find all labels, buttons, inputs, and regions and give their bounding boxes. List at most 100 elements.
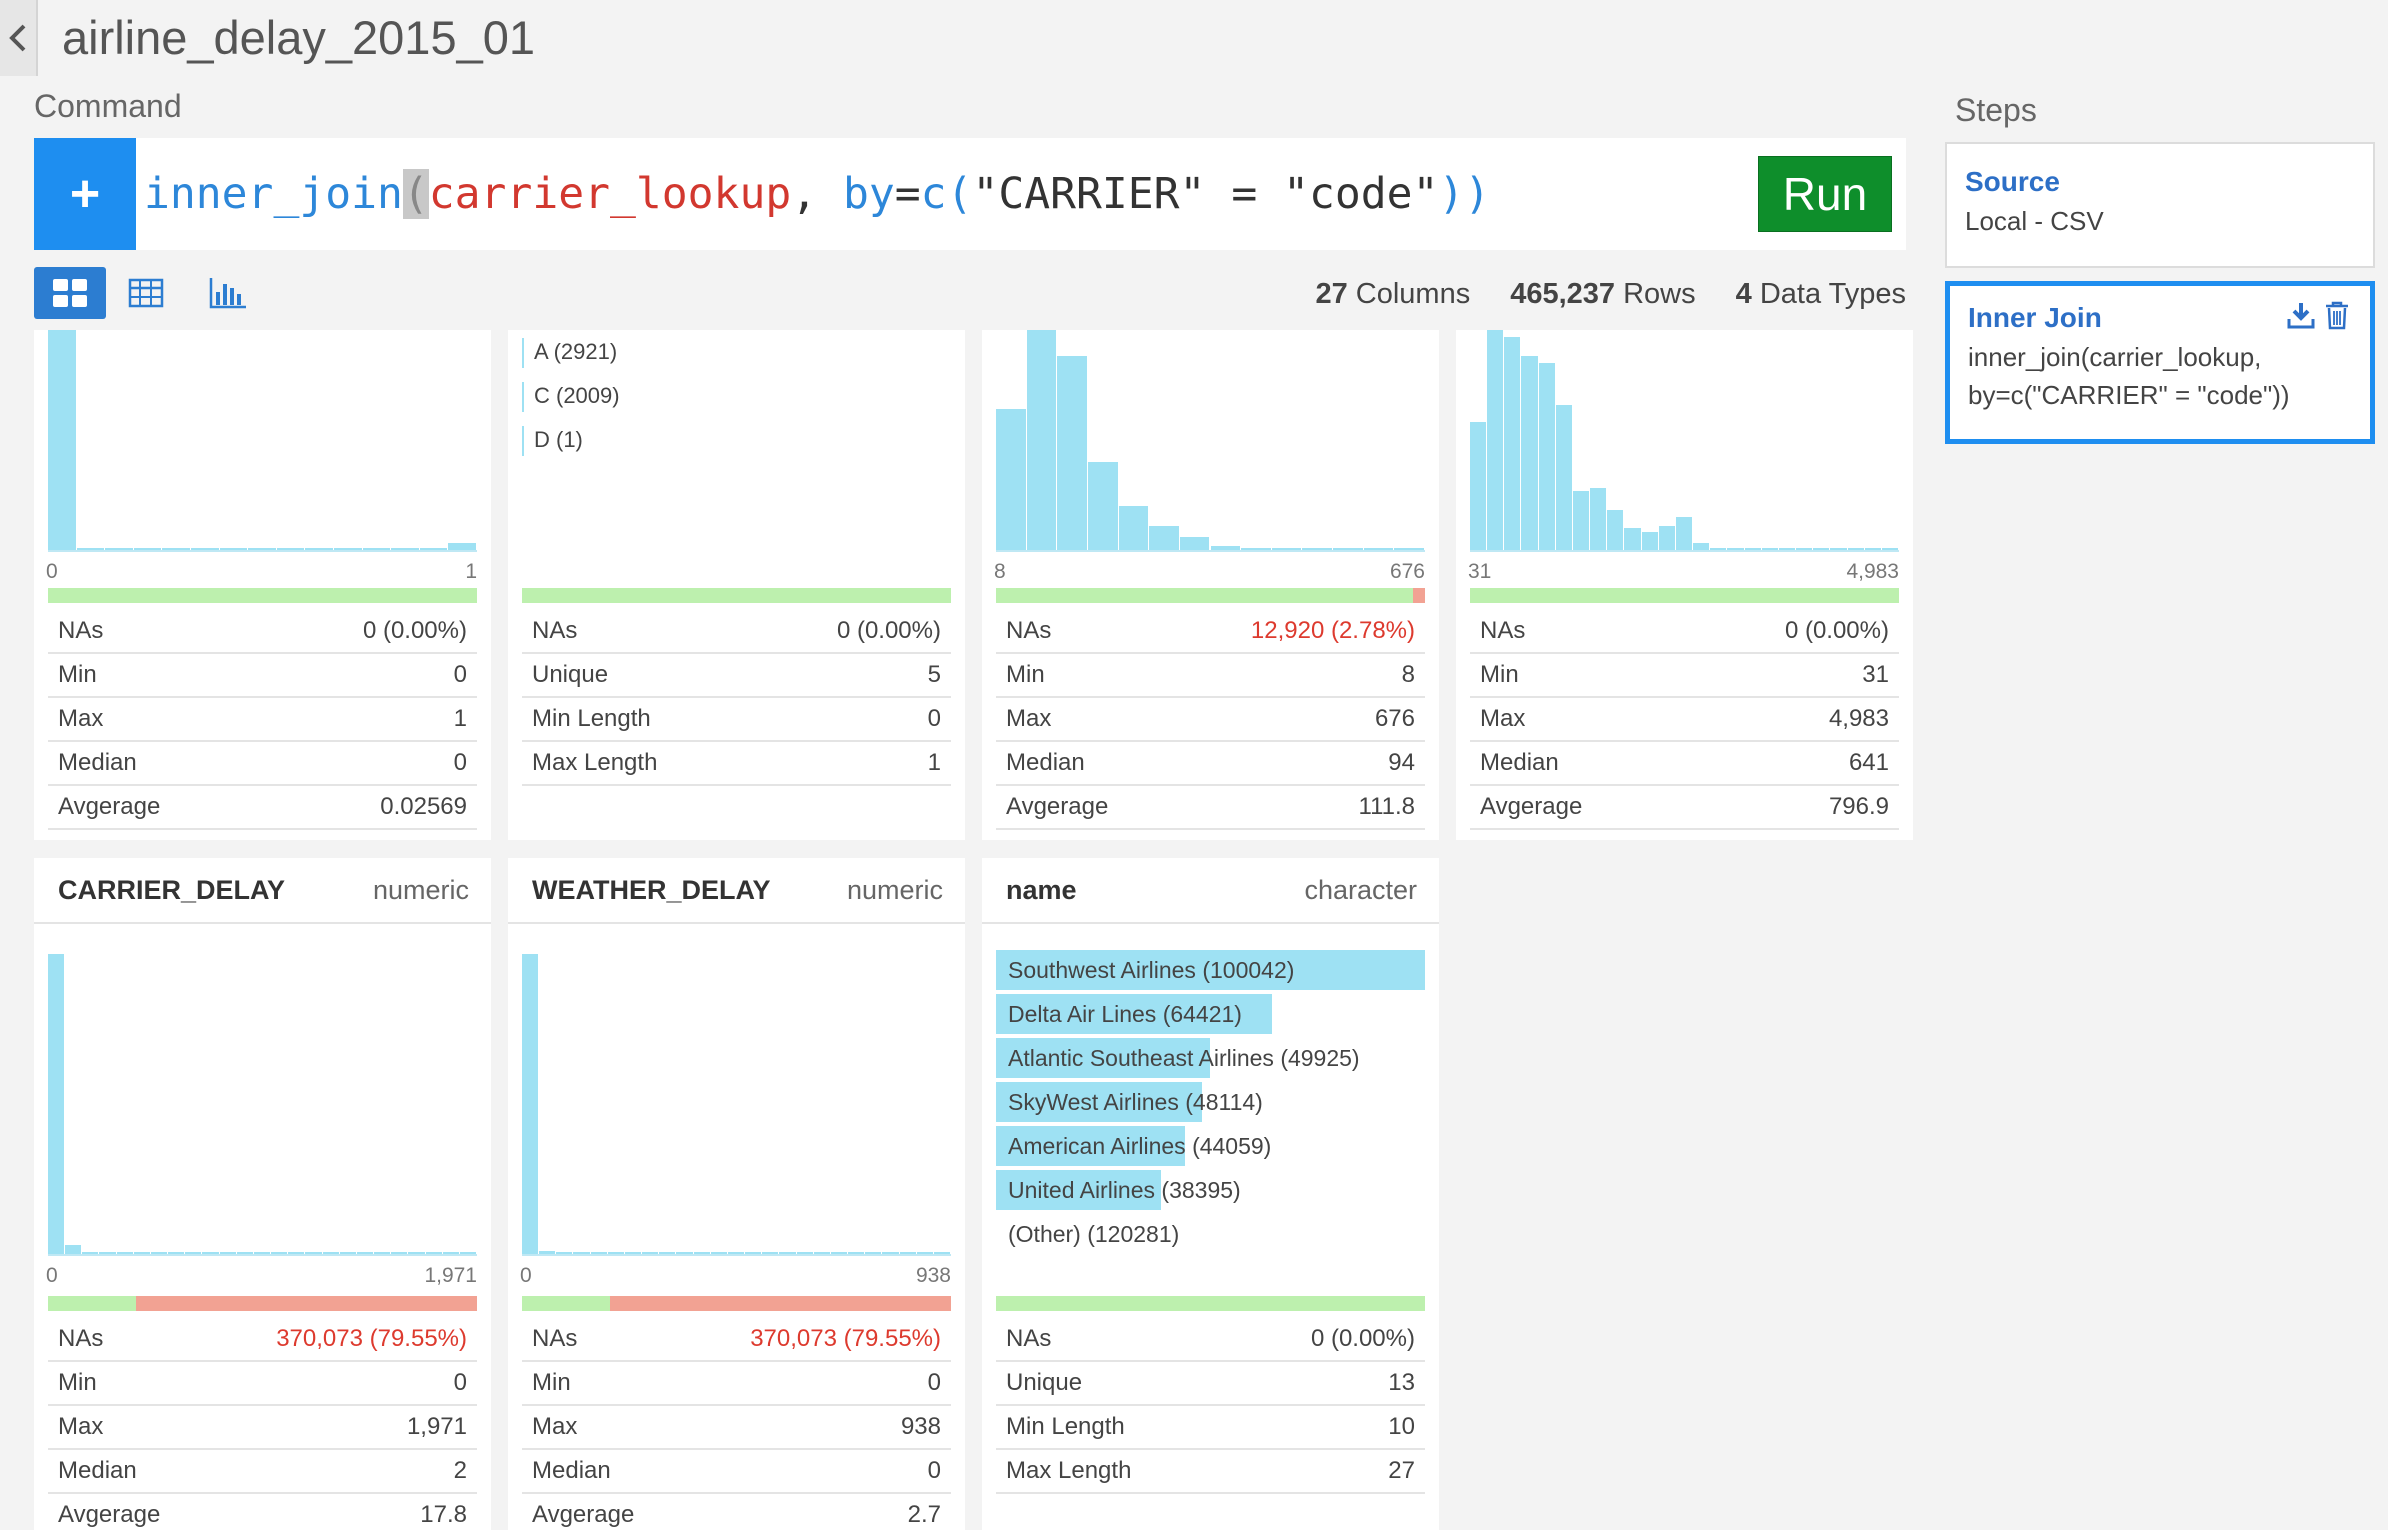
histogram-bar: [1179, 536, 1210, 550]
histogram-bar: [448, 543, 476, 550]
trash-icon[interactable]: [2324, 300, 2350, 330]
histogram-bar: [727, 1252, 745, 1254]
column-summary-card[interactable]: WEATHER_DELAY numeric 0 938 NAs 370,073 (79.5…: [508, 858, 965, 1530]
histogram-bar: [522, 954, 539, 1254]
histogram-bar: [1487, 330, 1504, 550]
histogram-bar: [219, 548, 248, 550]
stat-value: 370,073 (79.55%): [276, 1325, 467, 1352]
stat-value: 796.9: [1828, 793, 1889, 820]
column-summary-card[interactable]: CARRIER_DELAY numeric 0 1,971 NAs 370,073 (79…: [34, 858, 491, 1530]
histogram-bar: [356, 1252, 374, 1254]
stat-label: Min Length: [1006, 1413, 1125, 1440]
back-button[interactable]: [0, 0, 38, 76]
histogram-bar: [271, 1252, 288, 1254]
na-bar-valid: [996, 1296, 1425, 1311]
axis-max-label: 1,971: [424, 1264, 477, 1287]
histogram-bar: [1521, 356, 1538, 550]
histogram-bar: [996, 409, 1026, 550]
histogram-bar: [899, 1252, 916, 1254]
step-title[interactable]: Inner Join: [1968, 302, 2102, 334]
page-title: airline_delay_2015_01: [62, 11, 536, 64]
stat-label: Max: [58, 705, 104, 732]
stat-label: Avgerage: [532, 1501, 635, 1528]
histogram-bar: [236, 1252, 253, 1254]
stat-row: Max 676: [996, 698, 1425, 742]
histogram-bar: [322, 1252, 339, 1254]
histogram-bar: [882, 1252, 899, 1254]
stat-row: NAs 370,073 (79.55%): [48, 1318, 477, 1362]
stat-value: 0 (0.00%): [1310, 1325, 1415, 1352]
step-inner-join[interactable]: Inner Join inner_join(carrier_lookup, by…: [1945, 281, 2375, 444]
stat-label: NAs: [1480, 617, 1526, 644]
histogram-bar: [1710, 547, 1727, 550]
command-input[interactable]: inner_join(carrier_lookup, by=c("CARRIER…: [144, 138, 1490, 250]
command-token-assign: =: [1205, 169, 1284, 219]
stat-label: Min: [532, 1369, 571, 1396]
card-header: CARRIER_DELAY numeric: [34, 858, 491, 924]
category-item: (Other) (120281): [996, 1214, 1425, 1254]
column-summary-card[interactable]: 31 4,983 NAs 0 (0.00%) Min 31 Max 4,983 Median 64…: [1456, 330, 1913, 840]
run-button[interactable]: Run: [1758, 156, 1892, 232]
histogram-bar: [745, 1252, 762, 1254]
axis-min-label: 0: [520, 1264, 532, 1287]
bar-chart-icon: [209, 278, 246, 309]
histogram-bar: [1555, 404, 1572, 550]
histogram-bar: [1057, 356, 1087, 550]
column-summary-card[interactable]: 8 676 NAs 12,920 (2.78%) Min 8 Max 676 Median 94 A…: [982, 330, 1439, 840]
histogram-bar: [762, 1252, 779, 1254]
histogram-bar: [1333, 548, 1363, 550]
stat-label: Avgerage: [1006, 793, 1109, 820]
stat-row: Min 0: [48, 1362, 477, 1406]
histogram-bar: [1590, 488, 1607, 550]
na-bar-valid: [48, 588, 477, 603]
stat-label: Min: [1006, 661, 1045, 688]
category-label: SkyWest Airlines (48114): [1008, 1088, 1263, 1115]
histogram-bar: [425, 1252, 442, 1254]
stat-row: Min 0: [522, 1362, 951, 1406]
download-icon[interactable]: [2286, 300, 2316, 330]
command-token-close: )): [1438, 169, 1491, 219]
histogram-bar: [442, 1252, 459, 1254]
stat-row: Avgerage 796.9: [1470, 786, 1899, 830]
view-table-button[interactable]: [110, 267, 182, 319]
histogram-bar: [362, 548, 391, 550]
histogram-bar: [1830, 547, 1847, 550]
add-step-button[interactable]: +: [34, 138, 136, 250]
stat-label: Max: [1480, 705, 1526, 732]
histogram-axis: [1470, 550, 1899, 552]
axis-max-label: 938: [915, 1264, 951, 1287]
stat-row: NAs 0 (0.00%): [522, 610, 951, 654]
stat-value: 0: [927, 705, 941, 732]
step-source[interactable]: Source Local - CSV: [1945, 142, 2375, 268]
histogram-bar: [168, 1252, 185, 1254]
histogram-bar: [334, 548, 362, 550]
na-bar-valid: [1470, 588, 1899, 603]
stat-row: Unique 5: [522, 654, 951, 698]
view-summary-button[interactable]: [34, 267, 106, 319]
view-chart-button[interactable]: [192, 267, 264, 319]
command-token-comma: ,: [791, 169, 843, 219]
column-summary-card[interactable]: A (2921) C (2009) D (1) NAs 0 (0.00%) Unique 5…: [508, 330, 965, 840]
command-token-param: by: [843, 169, 895, 219]
stat-row: NAs 370,073 (79.55%): [522, 1318, 951, 1362]
stat-value: 0 (0.00%): [836, 617, 941, 644]
histogram-bar: [779, 1252, 796, 1254]
command-token-str1: "CARRIER": [972, 169, 1206, 219]
column-summary-card[interactable]: 0 1 NAs 0 (0.00%) Min 0 Max 1 Median 0 Avgerage 0.0…: [34, 330, 491, 840]
stat-label: Avgerage: [58, 1501, 161, 1528]
histogram-bar: [459, 1252, 476, 1254]
stat-value: 1: [453, 705, 467, 732]
stat-row: Avgerage 111.8: [996, 786, 1425, 830]
histogram-bar: [916, 1252, 933, 1254]
stat-label: Unique: [1006, 1369, 1083, 1396]
stat-label: NAs: [58, 1325, 104, 1352]
stat-row: Median 0: [48, 742, 477, 786]
stat-row: Max 938: [522, 1406, 951, 1450]
step-title[interactable]: Source: [1965, 166, 2060, 198]
command-token-eq: =: [894, 169, 921, 219]
na-bar-valid: [522, 1296, 610, 1311]
steps-label: Steps: [1955, 92, 2037, 128]
stat-row: Median 2: [48, 1450, 477, 1494]
column-summary-card[interactable]: name character Southwest Airlines (100042)…: [982, 858, 1439, 1530]
category-label: D (1): [534, 426, 583, 452]
